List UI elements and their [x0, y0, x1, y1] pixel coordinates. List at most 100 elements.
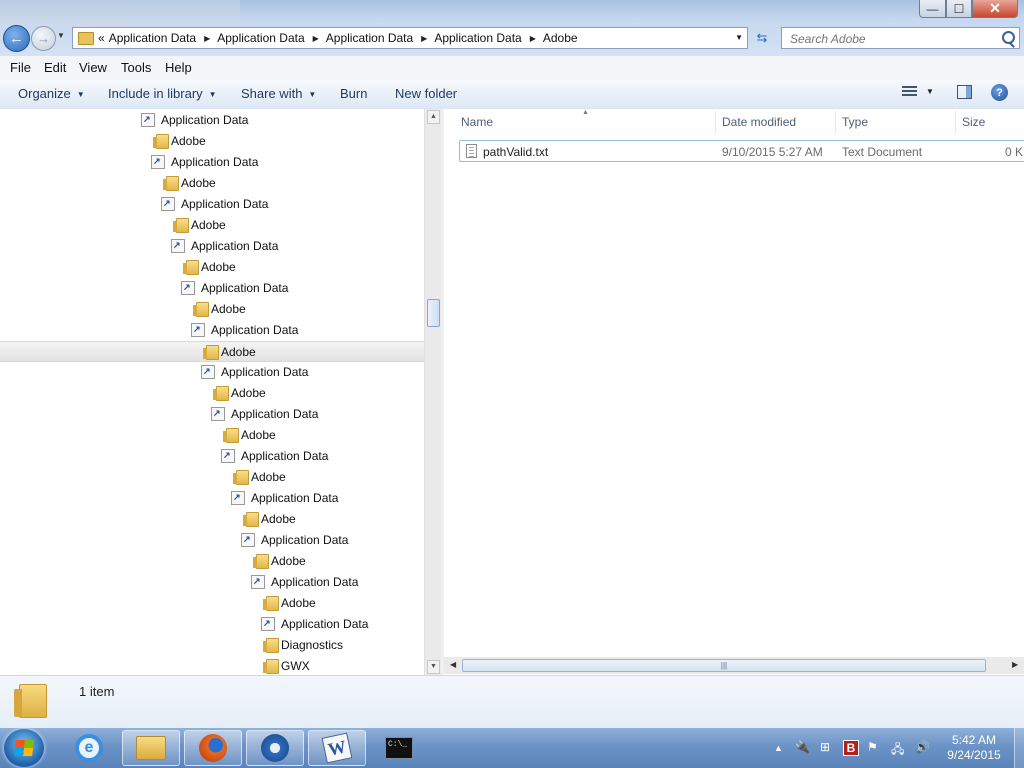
- tree-item[interactable]: Adobe: [0, 341, 424, 362]
- include-in-library-button[interactable]: Include in library ▼: [108, 86, 217, 101]
- breadcrumb-application-data-4[interactable]: Application Data: [434, 31, 521, 45]
- breadcrumb-overflow[interactable]: «: [98, 31, 105, 45]
- tree-item[interactable]: Application Data: [0, 194, 424, 215]
- help-icon[interactable]: ?: [991, 84, 1008, 101]
- column-header-date-modified[interactable]: Date modified: [722, 115, 796, 129]
- view-options-dropdown[interactable]: ▼: [926, 87, 934, 96]
- tree-item[interactable]: Application Data: [0, 572, 424, 593]
- forward-button[interactable]: →: [31, 26, 56, 51]
- column-header-name[interactable]: Name: [461, 115, 493, 129]
- menu-help[interactable]: Help: [165, 60, 192, 75]
- breadcrumb-chevron-icon[interactable]: ▶: [204, 34, 210, 43]
- share-with-button[interactable]: Share with ▼: [241, 86, 316, 101]
- taskbar-firefox[interactable]: [184, 730, 242, 766]
- network-icon[interactable]: 🖧: [891, 740, 904, 761]
- tray-b-app-icon[interactable]: B: [843, 740, 859, 756]
- start-button[interactable]: [4, 729, 44, 767]
- scroll-down-arrow[interactable]: ▼: [427, 660, 440, 674]
- column-divider[interactable]: [715, 111, 716, 133]
- menu-file[interactable]: File: [10, 60, 31, 75]
- tree-item[interactable]: Adobe: [0, 593, 424, 614]
- tree-item[interactable]: Adobe: [0, 551, 424, 572]
- tree-item[interactable]: Adobe: [0, 257, 424, 278]
- horizontal-scrollbar-thumb[interactable]: |||: [462, 659, 986, 672]
- action-center-flag-icon[interactable]: ⚑: [867, 740, 878, 754]
- breadcrumb-application-data-2[interactable]: Application Data: [217, 31, 304, 45]
- column-divider[interactable]: [955, 111, 956, 133]
- navigation-scrollbar-thumb[interactable]: [427, 299, 440, 327]
- maximize-button[interactable]: ☐: [946, 0, 972, 18]
- refresh-button[interactable]: ⇆: [752, 29, 772, 47]
- tree-item[interactable]: Application Data: [0, 236, 424, 257]
- horizontal-scrollbar[interactable]: ◀ ||| ▶: [444, 657, 1024, 674]
- safely-remove-hardware-icon[interactable]: 🔌: [795, 740, 810, 754]
- taskbar-thunderbird[interactable]: [246, 730, 304, 766]
- tree-item[interactable]: Application Data: [0, 446, 424, 467]
- preview-pane-icon[interactable]: [957, 85, 972, 99]
- burn-button[interactable]: Burn: [340, 86, 367, 101]
- address-history-dropdown[interactable]: ▼: [735, 33, 743, 42]
- tree-item[interactable]: Adobe: [0, 467, 424, 488]
- menu-tools[interactable]: Tools: [121, 60, 151, 75]
- taskbar-internet-explorer[interactable]: e: [60, 730, 118, 766]
- tree-item[interactable]: Diagnostics: [0, 635, 424, 656]
- menu-edit[interactable]: Edit: [44, 60, 66, 75]
- tree-item[interactable]: Adobe: [0, 131, 424, 152]
- file-row[interactable]: pathValid.txt 9/10/2015 5:27 AM Text Doc…: [459, 140, 1024, 162]
- column-divider[interactable]: [835, 111, 836, 133]
- taskbar-windows-explorer[interactable]: [122, 730, 180, 766]
- tree-item-label: Adobe: [241, 428, 276, 442]
- tree-item[interactable]: GWX: [0, 656, 424, 675]
- show-desktop-button[interactable]: [1014, 728, 1024, 768]
- breadcrumb-application-data-3[interactable]: Application Data: [326, 31, 413, 45]
- tree-item[interactable]: Application Data: [0, 404, 424, 425]
- new-folder-button[interactable]: New folder: [395, 86, 457, 101]
- tree-item[interactable]: Adobe: [0, 509, 424, 530]
- address-bar[interactable]: « Application Data ▶ Application Data ▶ …: [72, 27, 748, 49]
- close-button[interactable]: ✕: [972, 0, 1018, 18]
- tree-item[interactable]: Adobe: [0, 215, 424, 236]
- breadcrumb-adobe[interactable]: Adobe: [543, 31, 578, 45]
- tree-item[interactable]: Adobe: [0, 299, 424, 320]
- organize-button[interactable]: Organize ▼: [18, 86, 85, 101]
- breadcrumb-chevron-icon[interactable]: ▶: [313, 34, 319, 43]
- search-icon[interactable]: [1002, 31, 1015, 44]
- taskbar-word[interactable]: W: [308, 730, 366, 766]
- tree-item[interactable]: Application Data: [0, 614, 424, 635]
- minimize-button[interactable]: —: [919, 0, 946, 18]
- navigation-scrollbar[interactable]: ▲ ▼: [424, 109, 441, 675]
- window-titlebar: — ☐ ✕ ← → ▼ « Application Data ▶ Applica…: [0, 0, 1024, 56]
- tree-item[interactable]: Application Data: [0, 320, 424, 341]
- taskbar-command-prompt[interactable]: C:\_: [370, 730, 428, 766]
- breadcrumb-application-data-1[interactable]: Application Data: [109, 31, 196, 45]
- firefox-icon: [199, 734, 227, 762]
- menu-view[interactable]: View: [79, 60, 107, 75]
- tree-item[interactable]: Application Data: [0, 278, 424, 299]
- shortcut-icon: [141, 113, 155, 127]
- tree-item[interactable]: Application Data: [0, 530, 424, 551]
- show-hidden-icons-icon[interactable]: ▲: [774, 743, 783, 753]
- back-button[interactable]: ←: [3, 25, 30, 52]
- scroll-right-arrow[interactable]: ▶: [1012, 660, 1018, 669]
- tree-item[interactable]: Application Data: [0, 110, 424, 131]
- search-input[interactable]: [788, 29, 997, 49]
- breadcrumb-chevron-icon[interactable]: ▶: [530, 34, 536, 43]
- tree-item[interactable]: Application Data: [0, 152, 424, 173]
- scroll-left-arrow[interactable]: ◀: [450, 660, 456, 669]
- windows-update-icon[interactable]: ⊞: [820, 740, 830, 754]
- change-view-icon[interactable]: [902, 86, 917, 98]
- tree-item[interactable]: Application Data: [0, 362, 424, 383]
- system-clock[interactable]: 5:42 AM 9/24/2015: [940, 733, 1008, 763]
- search-box[interactable]: [781, 27, 1020, 49]
- tree-item[interactable]: Adobe: [0, 383, 424, 404]
- tree-item-label: GWX: [281, 659, 310, 673]
- column-header-size[interactable]: Size: [962, 115, 985, 129]
- volume-icon[interactable]: 🔊: [915, 740, 930, 754]
- tree-item[interactable]: Adobe: [0, 173, 424, 194]
- recent-pages-dropdown[interactable]: ▼: [57, 31, 65, 40]
- tree-item[interactable]: Application Data: [0, 488, 424, 509]
- breadcrumb-chevron-icon[interactable]: ▶: [421, 34, 427, 43]
- tree-item[interactable]: Adobe: [0, 425, 424, 446]
- scroll-up-arrow[interactable]: ▲: [427, 110, 440, 124]
- column-header-type[interactable]: Type: [842, 115, 868, 129]
